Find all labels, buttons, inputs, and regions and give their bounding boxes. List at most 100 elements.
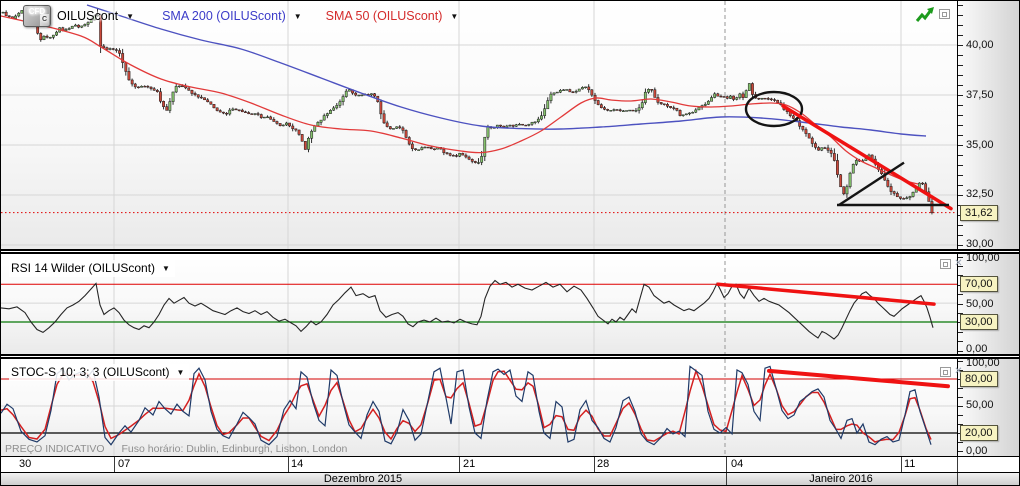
axis-tick [958,15,963,16]
axis-tick [958,165,963,166]
trend-status-icon [915,7,934,22]
rsi-dropdown-icon[interactable]: ▼ [162,264,170,273]
main-price-panel[interactable] [1,1,957,249]
axis-tick [958,75,963,76]
axis-tick [958,341,963,343]
axis-tick [958,115,963,116]
axis-tick [958,294,963,296]
time-axis-divider [114,457,115,472]
stoc-dropdown-icon[interactable]: ▼ [177,368,185,377]
month-divider [726,473,727,485]
stoc-restore-icon[interactable] [940,367,951,377]
price-axis-label: 37,50 [966,88,994,101]
sma200-dropdown-icon[interactable]: ▼ [294,12,302,21]
axis-tick [958,185,963,186]
rsi-red-trendline-annotation [716,282,936,306]
stoc-axis-label: 0,00 [966,444,988,457]
rsi-header: RSI 14 Wilder (OILUScont) ▼ [9,260,175,277]
sma200-label[interactable]: SMA 200 (OILUScont) [162,9,286,23]
time-axis-label: 04 [731,458,744,470]
red-trendline-annotation [781,104,953,211]
panel-separator[interactable] [1,354,1019,359]
time-axis-label: 30 [19,458,32,470]
instrument-cfd-icon: CFD C [23,5,51,27]
sma50-label[interactable]: SMA 50 (OILUScont) [326,9,443,23]
sma50-dropdown-icon[interactable]: ▼ [450,12,458,21]
axis-tick [958,55,963,56]
main-chart-svg[interactable] [1,1,957,249]
time-axis-label: 14 [291,458,304,470]
axis-tick [958,303,963,305]
time-axis-label: 07 [118,458,131,470]
axis-tick [958,155,963,156]
axis-tick [958,45,963,46]
axis-tick [958,442,963,443]
axis-tick [958,195,963,196]
time-axis-row[interactable]: 30 07 14 21 28 04 11 [1,456,1019,473]
price-axis-label: 35,00 [966,138,994,151]
axis-tick [958,415,963,416]
axis-tick [958,105,963,106]
stoc-axis-label: 50,00 [966,399,994,411]
axis-tick [958,406,963,407]
rsi-axis-label: 50,00 [966,297,994,310]
stoc-header: STOC-S 10; 3; 3 (OILUScont) ▼ [9,364,190,381]
axis-tick [958,245,963,246]
axis-tick [958,235,963,236]
time-axis-label: 11 [904,458,916,470]
instrument-dropdown-icon[interactable]: ▼ [126,12,134,21]
price-axis-label: 40,00 [966,39,994,51]
timezone-label: Fuso horário: Dublin, Edinburgh, Lisbon,… [121,443,348,455]
axis-tick [958,35,963,36]
axis-tick [958,25,963,26]
month-label: Janeiro 2016 [809,473,873,485]
axis-tick [958,145,963,146]
rsi-close-icon[interactable]: ✕ [953,259,964,269]
axis-tick [958,350,963,352]
price-axis-label: 32,50 [966,188,994,200]
price-axis-label: 30,00 [966,237,994,250]
time-axis-divider [726,457,727,472]
chart-header: CFD C OILUScont ▼ SMA 200 (OILUScont) ▼ … [23,5,458,27]
axis-tick [958,85,963,86]
time-axis-divider [594,457,595,472]
time-axis-divider [459,457,460,472]
status-bar: PREÇO INDICATIVO Fuso horário: Dublin, E… [5,443,361,455]
month-label: Dezembro 2015 [323,473,403,485]
axis-tick [958,175,963,176]
axis-tick [958,5,963,6]
time-axis-label: 21 [463,458,476,470]
rsi-title[interactable]: RSI 14 Wilder (OILUScont) [11,261,155,275]
axis-tick [958,331,963,333]
cfd-icon-sub: C [39,14,49,26]
rsi-line [1,279,934,340]
rsi-level-badge: 30,00 [960,314,998,330]
panel-separator[interactable] [1,249,1019,254]
axis-tick [958,388,963,389]
axis-tick [958,451,963,452]
stoc-title[interactable]: STOC-S 10; 3; 3 (OILUScont) [11,365,170,379]
axis-tick [958,225,963,226]
axis-tick [958,135,963,136]
axis-tick [958,125,963,126]
time-axis-label: 28 [597,458,610,470]
stoc-level-badge: 20,00 [960,425,998,441]
instrument-label[interactable]: OILUScont [57,9,118,23]
month-divider [957,473,958,485]
stoc-close-icon[interactable]: ✕ [953,367,964,377]
value-axis[interactable]: 40,00 37,50 35,00 32,50 30,00 100,00 50,00 0,00… [957,1,1019,457]
restore-window-icon[interactable] [939,9,950,19]
rsi-level-badge: 70,00 [960,276,998,293]
axis-tick [958,397,963,398]
stoc-level-badge: 80,00 [960,371,998,387]
rsi-axis-label: 0,00 [966,342,988,355]
rsi-restore-icon[interactable] [940,259,951,269]
time-axis-divider [901,457,902,472]
month-axis-row[interactable]: Dezembro 2015 Janeiro 2016 [1,473,1019,485]
last-price-badge: 31,62 [960,204,998,221]
trading-chart-window: CFD C OILUScont ▼ SMA 200 (OILUScont) ▼ … [0,0,1020,486]
axis-tick [958,65,963,66]
indicative-price-label: PREÇO INDICATIVO [5,443,105,455]
axis-tick [958,95,963,96]
time-axis-divider [288,457,289,472]
